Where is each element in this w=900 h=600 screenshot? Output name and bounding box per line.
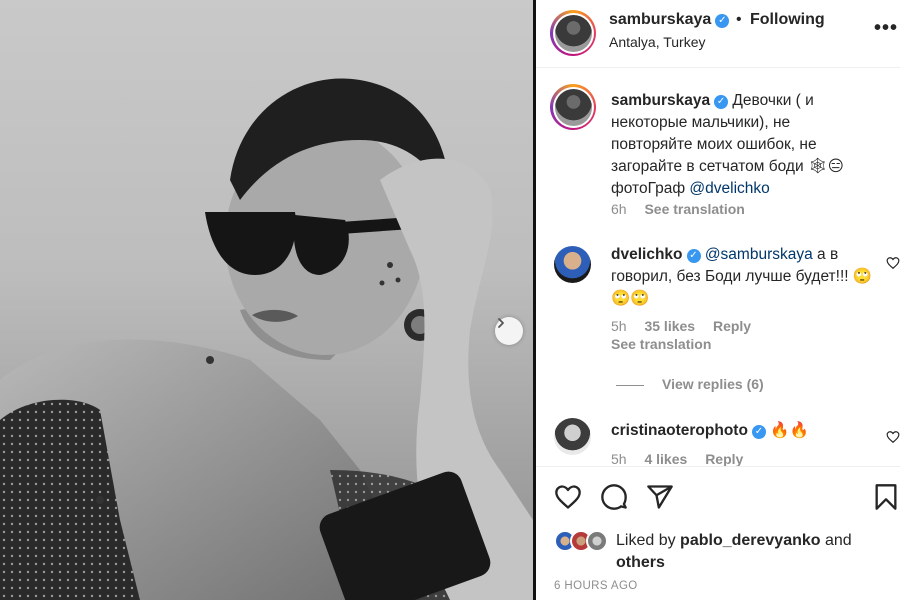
comment-likes[interactable]: 35 likes [644,318,695,334]
post-location[interactable]: Antalya, Turkey [609,34,706,50]
comment-text: dvelichko ✓ @samburskaya а в говорил, без… [611,246,873,307]
comment-mention[interactable]: @samburskaya [705,246,813,263]
caption-meta: 6h See translation [611,201,759,217]
comment-icon[interactable] [600,483,628,511]
author-username[interactable]: samburskaya ✓ [609,11,730,29]
comment-username[interactable]: cristinaoterophoto [611,422,748,439]
comment-text: cristinaoterophoto ✓ 🔥🔥 [611,422,809,439]
see-translation-link[interactable]: See translation [611,336,711,352]
post-side-panel: samburskaya ✓ • Following Antalya, Turkey… [536,0,900,600]
comment-like-heart-icon[interactable] [886,430,900,444]
verified-icon: ✓ [686,249,701,263]
see-translation-link[interactable]: See translation [644,201,744,217]
post-timestamp[interactable]: 6 HOURS AGO [554,580,638,592]
commenter-avatar[interactable] [554,246,591,283]
liked-by-text: Liked by pablo_derevyanko and others [616,532,852,571]
verified-icon: ✓ [715,14,730,28]
following-button[interactable]: Following [750,11,825,29]
more-icon: ••• [874,17,899,39]
share-icon[interactable] [646,483,674,511]
chevron-right-icon [498,318,504,328]
post-header: samburskaya ✓ • Following Antalya, Turkey… [536,0,900,68]
verified-icon: ✓ [751,425,766,439]
comment-meta: 5h 35 likes Reply [611,318,752,334]
caption-mention[interactable]: @dvelichko [689,180,769,197]
reply-button[interactable]: Reply [705,451,743,466]
verified-icon: ✓ [714,95,729,109]
bookmark-icon[interactable] [874,483,898,511]
view-replies-line [616,384,644,386]
caption-avatar[interactable] [550,84,596,130]
comments-list[interactable]: samburskaya ✓ Девочки ( и некоторые мальч… [536,68,900,466]
liked-by-user[interactable]: pablo_derevyanko [680,532,821,549]
liked-by-others[interactable]: others [616,554,665,571]
caption-text: samburskaya ✓ Девочки ( и некоторые мальч… [611,92,844,197]
post-actions: Liked by pablo_derevyanko and others 6 H… [536,466,900,600]
caption-time[interactable]: 6h [611,201,627,217]
comment-likes[interactable]: 4 likes [644,451,687,466]
liker-avatar[interactable] [586,530,608,552]
commenter-avatar[interactable] [554,418,591,455]
heart-icon[interactable] [554,483,582,511]
post-photo[interactable] [0,0,533,600]
reply-button[interactable]: Reply [713,318,751,334]
comment-like-heart-icon[interactable] [886,256,900,270]
header-dot-separator: • [736,11,742,28]
comment-username[interactable]: dvelichko [611,246,683,263]
view-replies-button[interactable]: View replies (6) [616,376,764,392]
author-avatar[interactable] [550,10,596,56]
comment-meta: 5h 4 likes Reply [611,451,744,466]
caption-username[interactable]: samburskaya [611,92,710,109]
photo-illustration [0,78,533,600]
carousel-next-button[interactable] [495,317,523,345]
more-options-button[interactable]: ••• [874,17,898,40]
